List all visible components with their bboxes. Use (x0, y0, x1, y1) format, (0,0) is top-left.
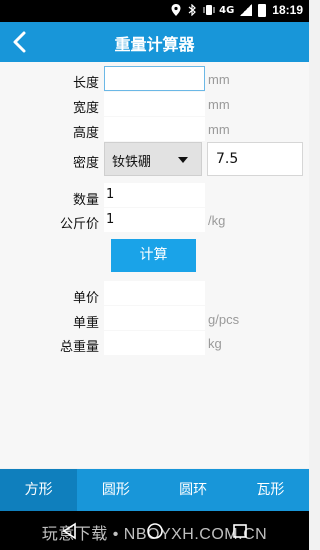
price-per-kg-input[interactable]: 1 (104, 208, 205, 232)
width-label: 宽度 (72, 101, 99, 116)
tab-ring[interactable]: 圆环 (155, 469, 232, 511)
density-label: 密度 (72, 156, 99, 171)
unit-price-label: 单价 (72, 291, 99, 306)
system-nav-bar: 玩意下载 • NBOYXH.COM.CN (0, 511, 309, 550)
title-bar: 重量计算器 (0, 22, 309, 62)
calculator-form: 长度 mm 宽度 mm 高度 mm 密度 钕铁硼 7.5 数量 1 公斤价 1 … (0, 62, 309, 468)
width-unit: mm (208, 97, 230, 112)
unit-weight-output (104, 306, 205, 330)
width-input[interactable] (104, 92, 205, 116)
signal-icon (240, 4, 253, 16)
shape-tabbar: 方形 圆形 圆环 瓦形 (0, 469, 309, 511)
height-label: 高度 (72, 126, 99, 141)
network-type: 4G (219, 4, 235, 16)
vibrate-icon (203, 4, 215, 16)
material-select[interactable]: 钕铁硼 (104, 142, 202, 176)
height-unit: mm (208, 122, 230, 137)
clock: 18:19 (272, 3, 303, 17)
tab-round[interactable]: 圆形 (77, 469, 154, 511)
battery-icon (258, 3, 267, 17)
length-input[interactable] (104, 66, 205, 91)
calculate-button[interactable]: 计算 (111, 239, 196, 272)
total-weight-output (104, 331, 205, 355)
material-select-value: 钕铁硼 (112, 155, 152, 170)
quantity-label: 数量 (72, 193, 99, 208)
height-input[interactable] (104, 117, 205, 141)
unit-weight-unit: g/pcs (208, 312, 240, 327)
watermark: 玩意下载 • NBOYXH.COM.CN (41, 526, 268, 543)
length-unit: mm (208, 72, 230, 87)
unit-price-output (104, 281, 205, 305)
page-title: 重量计算器 (114, 35, 195, 54)
length-label: 长度 (72, 76, 99, 91)
density-input[interactable]: 7.5 (207, 142, 303, 176)
unit-weight-label: 单重 (72, 316, 99, 331)
price-per-kg-unit: /kg (208, 213, 226, 228)
total-weight-label: 总重量 (59, 340, 99, 355)
status-icons: 4G 18:19 (171, 3, 303, 17)
tab-square[interactable]: 方形 (0, 469, 78, 511)
total-weight-unit: kg (208, 336, 222, 351)
dropdown-arrow-icon (178, 157, 188, 163)
tab-arc[interactable]: 瓦形 (232, 469, 309, 511)
price-per-kg-label: 公斤价 (59, 217, 99, 232)
quantity-input[interactable]: 1 (104, 183, 205, 207)
status-bar: 4G 18:19 (0, 0, 309, 22)
location-icon (171, 4, 181, 16)
bluetooth-icon (187, 3, 197, 17)
